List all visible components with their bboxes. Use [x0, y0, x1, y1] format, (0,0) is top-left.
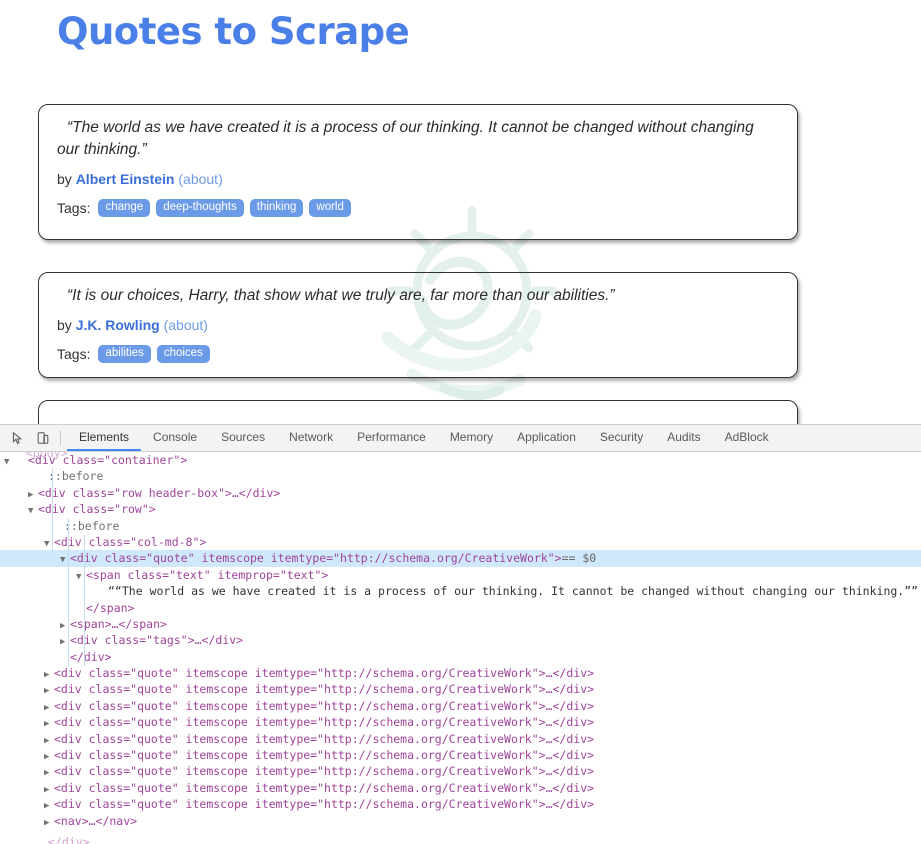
quote-tags: Tags: change deep-thoughts thinking worl… — [57, 199, 779, 218]
tab-adblock[interactable]: AdBlock — [713, 425, 781, 451]
dom-node-markup: <div class="quote" itemscope itemtype="h… — [54, 698, 595, 713]
phone-tablet-icon — [37, 432, 49, 444]
dom-node-markup: <div class="quote" itemscope itemtype="h… — [54, 682, 595, 697]
dom-node-markup: <div class="tags">…</div> — [70, 633, 244, 648]
dom-node-body-clipped: <body> — [26, 452, 68, 460]
quote-author: Albert Einstein — [75, 171, 175, 187]
dom-node-markup: <div class="quote" itemscope itemtype="h… — [70, 551, 562, 566]
quote-text: “The world as we have created it is a pr… — [57, 119, 754, 158]
tree-guide-line — [68, 518, 69, 666]
dom-node-markup: </div> — [70, 649, 112, 664]
dom-node-markup: <div class="quote" itemscope itemtype="h… — [54, 780, 595, 795]
dom-node-container[interactable]: ▼ <div class="container"> — [0, 452, 921, 468]
toolbar-divider — [60, 431, 61, 445]
quote-text: “It is our choices, Harry, that show wha… — [67, 287, 615, 304]
dom-node-quote-collapsed[interactable]: ▶ <div class="quote" itemscope itemtype="… — [0, 747, 921, 763]
tab-elements[interactable]: Elements — [67, 425, 142, 451]
quote-card: “The world as we have created it is a pr… — [38, 104, 798, 240]
twisty-closed-icon[interactable]: ▶ — [44, 815, 54, 831]
tags-label: Tags: — [57, 200, 91, 217]
tab-performance[interactable]: Performance — [345, 425, 438, 451]
dom-node-markup: </span> — [86, 600, 135, 615]
dom-tree[interactable]: <body> ▼ <div class="container"> ::before… — [0, 452, 921, 844]
dom-node-markup: <div class="quote" itemscope itemtype="h… — [54, 764, 595, 779]
dom-node-markup: ::before — [48, 469, 104, 484]
quote-author: J.K. Rowling — [75, 317, 160, 333]
dom-node-markup: <span class="text" itemprop="text"> — [86, 567, 329, 582]
dom-node-div-close[interactable]: </div> — [0, 649, 921, 665]
tag-link[interactable]: abilities — [98, 345, 151, 364]
tab-sources[interactable]: Sources — [209, 425, 277, 451]
author-about-link[interactable]: (about) — [178, 171, 222, 187]
dom-node-quote-collapsed[interactable]: ▶ <div class="quote" itemscope itemtype="… — [0, 763, 921, 779]
dom-node-quote-collapsed[interactable]: ▶ <div class="quote" itemscope itemtype="… — [0, 796, 921, 812]
dom-node-header-box[interactable]: ▶ <div class="row header-box">…</div> — [0, 485, 921, 501]
dom-node-markup: ““The world as we have created it is a p… — [108, 584, 919, 599]
dom-node-markup: <div class="quote" itemscope itemtype="h… — [54, 797, 595, 812]
dom-node-markup: ::before — [64, 518, 120, 533]
tree-guide-line — [84, 535, 85, 666]
tree-guide-line — [52, 468, 53, 552]
inspect-element-icon[interactable] — [4, 425, 30, 451]
dom-node-span-collapsed[interactable]: ▶ <span>…</span> — [0, 616, 921, 632]
tab-network[interactable]: Network — [277, 425, 345, 451]
dom-node-tags-collapsed[interactable]: ▶ <div class="tags">…</div> — [0, 632, 921, 648]
dom-node-pseudo-before[interactable]: ::before — [0, 468, 921, 484]
dom-node-markup: <div class="row"> — [38, 502, 156, 517]
dom-node-col-md-8[interactable]: ▼ <div class="col-md-8"> — [0, 534, 921, 550]
dom-node-text-content[interactable]: ““The world as we have created it is a p… — [0, 583, 921, 599]
dom-node-quote-collapsed[interactable]: ▶ <div class="quote" itemscope itemtype="… — [0, 698, 921, 714]
quote-tags: Tags: abilities choices — [57, 345, 779, 364]
device-toolbar-icon[interactable] — [30, 425, 56, 451]
selected-node-marker: == $0 — [561, 551, 597, 566]
by-label: by — [57, 317, 72, 333]
dom-node-quote-selected[interactable]: ▼ <div class="quote" itemscope itemtype="… — [0, 550, 921, 567]
tags-label: Tags: — [57, 346, 91, 363]
dom-node-markup: <div class="quote" itemscope itemtype="h… — [54, 748, 595, 763]
dom-node-nav[interactable]: ▶ <nav>…</nav> — [0, 813, 921, 829]
tab-audits[interactable]: Audits — [655, 425, 712, 451]
quote-card-partial — [38, 400, 798, 424]
tab-security[interactable]: Security — [588, 425, 655, 451]
cursor-arrow-icon — [12, 431, 22, 444]
tab-application[interactable]: Application — [505, 425, 588, 451]
tag-link[interactable]: change — [98, 199, 151, 218]
dom-node-quote-collapsed[interactable]: ▶ <div class="quote" itemscope itemtype="… — [0, 780, 921, 796]
dom-node-markup: <div class="quote" itemscope itemtype="h… — [54, 666, 595, 681]
quote-card: “It is our choices, Harry, that show wha… — [38, 272, 798, 378]
dom-node-markup: <div class="row header-box">…</div> — [38, 485, 281, 500]
by-label: by — [57, 171, 72, 187]
dom-node-markup: <div class="quote" itemscope itemtype="h… — [54, 715, 595, 730]
tag-link[interactable]: choices — [156, 345, 210, 364]
tag-link[interactable]: world — [309, 199, 351, 218]
devtools-toolbar: Elements Console Sources Network Perform… — [0, 425, 921, 452]
dom-collapsed-quote-list: ▶ <div class="quote" itemscope itemtype="… — [0, 665, 921, 813]
web-page-viewport: Quotes to Scrape “The world as we have c… — [0, 0, 921, 424]
dom-node-quote-collapsed[interactable]: ▶ <div class="quote" itemscope itemtype="… — [0, 731, 921, 747]
dom-node-span-text[interactable]: ▼ <span class="text" itemprop="text"> — [0, 567, 921, 583]
tag-link[interactable]: deep-thoughts — [156, 199, 244, 218]
dom-node-clipped-bottom: </div> — [48, 834, 90, 844]
dom-node-markup: <div class="quote" itemscope itemtype="h… — [54, 731, 595, 746]
tag-link[interactable]: thinking — [249, 199, 304, 218]
devtools-panel: Elements Console Sources Network Perform… — [0, 424, 921, 844]
tab-console[interactable]: Console — [141, 425, 209, 451]
dom-node-quote-collapsed[interactable]: ▶ <div class="quote" itemscope itemtype="… — [0, 714, 921, 730]
dom-node-quote-collapsed[interactable]: ▶ <div class="quote" itemscope itemtype="… — [0, 665, 921, 681]
author-about-link[interactable]: (about) — [164, 317, 208, 333]
dom-node-row[interactable]: ▼ <div class="row"> — [0, 501, 921, 517]
tab-memory[interactable]: Memory — [438, 425, 505, 451]
dom-node-quote-collapsed[interactable]: ▶ <div class="quote" itemscope itemtype="… — [0, 681, 921, 697]
page-title: Quotes to Scrape — [57, 10, 410, 53]
quote-byline: by Albert Einstein (about) — [57, 171, 779, 187]
dom-node-markup: <nav>…</nav> — [54, 813, 138, 828]
dom-node-span-close[interactable]: </span> — [0, 600, 921, 616]
devtools-tab-list: Elements Console Sources Network Perform… — [67, 425, 781, 451]
quote-byline: by J.K. Rowling (about) — [57, 317, 779, 333]
dom-node-pseudo-before[interactable]: ::before — [0, 518, 921, 534]
dom-node-markup: <div class="col-md-8"> — [54, 534, 207, 549]
